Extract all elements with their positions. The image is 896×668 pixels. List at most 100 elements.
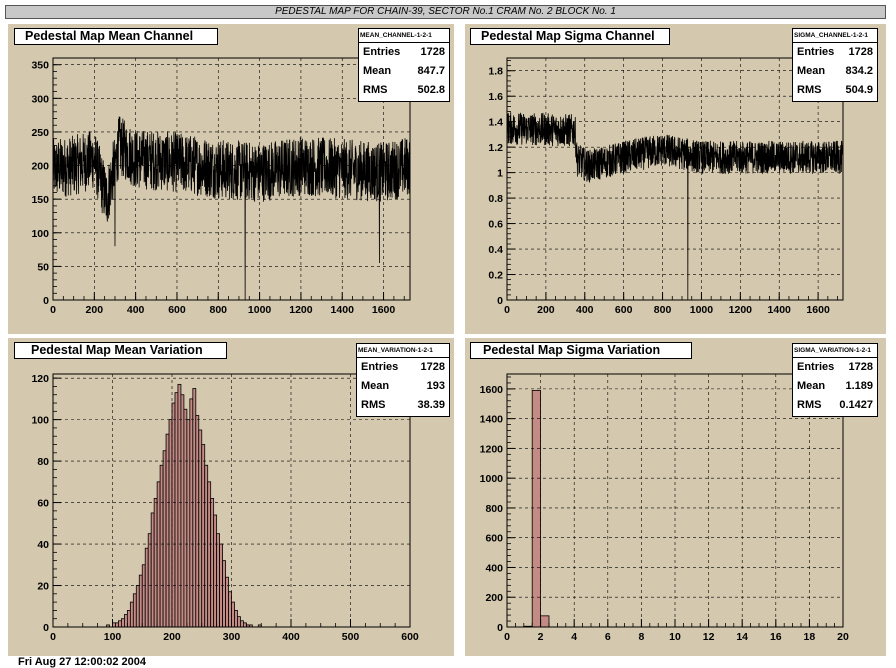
histogram-bar — [225, 576, 229, 628]
stats-rms-row: RMS 0.1427 — [793, 396, 877, 415]
tick-label-x: 600 — [168, 304, 186, 316]
tick-label-x: 400 — [127, 304, 145, 316]
histogram-bar — [180, 394, 185, 628]
stats-rms-row: RMS 502.8 — [359, 81, 449, 100]
tick-label-x: 1400 — [331, 304, 355, 316]
tick-label-x: 100 — [104, 631, 122, 643]
tick-label-y: 0.8 — [488, 193, 503, 205]
stats-entries-row: Entries 1728 — [793, 358, 877, 377]
series-line — [506, 112, 844, 301]
tick-label-x: 200 — [86, 304, 104, 316]
histogram-bar — [156, 481, 161, 628]
tick-label-x: 1200 — [729, 304, 753, 316]
tick-label-y: 1600 — [480, 384, 504, 396]
tick-label-x: 800 — [654, 304, 672, 316]
histogram-bar — [144, 547, 149, 628]
histogram-bar — [165, 433, 170, 628]
tick-label-x: 0 — [50, 304, 56, 316]
pad-sigma-variation: 0 2 4 6 8 10 12 14 16 18 20 0 200 400 600 800 1000 1200 14… — [465, 338, 886, 656]
tick-label-x: 1400 — [768, 304, 792, 316]
tick-label-y: 0 — [43, 622, 49, 634]
stats-mean-row: Mean 193 — [357, 377, 449, 396]
histogram-bar — [216, 533, 220, 628]
histogram-bar — [174, 392, 179, 628]
tick-label-x: 2 — [538, 631, 544, 643]
histogram-bar — [135, 585, 140, 628]
chart-title: Pedestal Map Mean Channel — [14, 28, 218, 45]
tick-label-y: 100 — [31, 228, 49, 240]
stats-entries-value: 1728 — [848, 361, 873, 373]
tick-label-x: 18 — [804, 631, 816, 643]
histogram-bar — [118, 620, 122, 628]
tick-label-x: 200 — [537, 304, 555, 316]
histogram-bar — [115, 622, 119, 628]
tick-label-y: 0 — [497, 622, 503, 634]
histogram-bar — [138, 574, 143, 628]
tick-label-x: 1000 — [690, 304, 714, 316]
tick-label-y: 0 — [43, 295, 49, 307]
tick-label-x: 500 — [342, 631, 360, 643]
histogram-bar — [121, 618, 125, 628]
chart-title: Pedestal Map Sigma Channel — [470, 28, 670, 45]
stats-rms-value: 502.8 — [417, 84, 445, 96]
tick-label-x: 8 — [638, 631, 644, 643]
tick-label-y: 120 — [31, 373, 49, 385]
stats-rms-label: RMS — [797, 399, 822, 411]
tick-label-x: 300 — [223, 631, 241, 643]
page-banner: PEDESTAL MAP FOR CHAIN-39, SECTOR No.1 C… — [5, 5, 886, 19]
tick-label-y: 1 — [497, 168, 503, 180]
tick-label-x: 16 — [770, 631, 782, 643]
histogram-bar — [531, 389, 541, 628]
stats-entries-label: Entries — [797, 46, 835, 58]
tick-label-x: 400 — [576, 304, 594, 316]
histogram-bar — [237, 616, 241, 628]
tick-label-x: 20 — [837, 631, 849, 643]
histogram-bar — [141, 564, 146, 628]
stats-mean-row: Mean 834.2 — [793, 62, 877, 81]
tick-label-y: 60 — [37, 498, 49, 510]
histogram-bar — [207, 481, 212, 628]
pad-mean-channel: 0 200 400 600 800 1000 1200 1400 1600 0 50 100 150 20… — [8, 24, 454, 334]
stats-mean-row: Mean 1.189 — [793, 377, 877, 396]
histogram-bar — [150, 512, 155, 628]
tick-label-y: 100 — [31, 415, 49, 427]
tick-label-y: 1.8 — [488, 66, 503, 78]
histogram-bar — [234, 610, 238, 628]
histogram-bar — [153, 498, 158, 628]
histogram-bar — [198, 429, 203, 628]
stats-entries-label: Entries — [797, 361, 835, 373]
tick-label-y: 20 — [37, 581, 49, 593]
stats-rms-label: RMS — [363, 84, 388, 96]
tick-label-x: 400 — [282, 631, 300, 643]
tick-label-y: 1.6 — [488, 91, 503, 103]
histogram-bar — [242, 622, 247, 628]
tick-label-y: 50 — [37, 261, 49, 273]
stats-rms-row: RMS 504.9 — [793, 81, 877, 100]
tick-label-y: 0.2 — [488, 270, 503, 282]
stats-name: MEAN_CHANNEL-1-2-1 — [359, 29, 449, 43]
stats-entries-value: 1728 — [848, 46, 873, 58]
stats-box: SIGMA_VARIATION-1-2-1 Entries 1728 Mean 1.… — [792, 343, 878, 417]
tick-label-x: 1600 — [372, 304, 396, 316]
tick-label-x: 0 — [50, 631, 56, 643]
tick-label-x: 200 — [163, 631, 181, 643]
histogram-bar — [159, 464, 164, 628]
stats-entries-row: Entries 1728 — [793, 43, 877, 62]
histogram-bar — [168, 419, 173, 628]
tick-label-x: 4 — [571, 631, 577, 643]
histogram-bar — [195, 415, 200, 628]
stats-mean-label: Mean — [361, 380, 390, 392]
tick-label-x: 6 — [605, 631, 611, 643]
histogram-bar — [204, 464, 209, 628]
stats-rms-label: RMS — [361, 399, 386, 411]
pad-sigma-channel: 0 200 400 600 800 1000 1200 1400 1600 0 0.2 0.4 0.6 0… — [465, 24, 886, 334]
tick-label-x: 600 — [401, 631, 419, 643]
tick-label-y: 600 — [485, 533, 503, 545]
tick-label-y: 1400 — [480, 414, 504, 426]
tick-label-x: 1200 — [289, 304, 313, 316]
pad-mean-variation: 0 100 200 300 400 500 600 0 20 40 60 80 100 120 Pedes… — [8, 338, 454, 656]
histogram-bar — [171, 402, 176, 628]
tick-label-y: 0.4 — [488, 244, 503, 256]
tick-label-x: 10 — [669, 631, 681, 643]
histogram-bar — [147, 533, 152, 628]
